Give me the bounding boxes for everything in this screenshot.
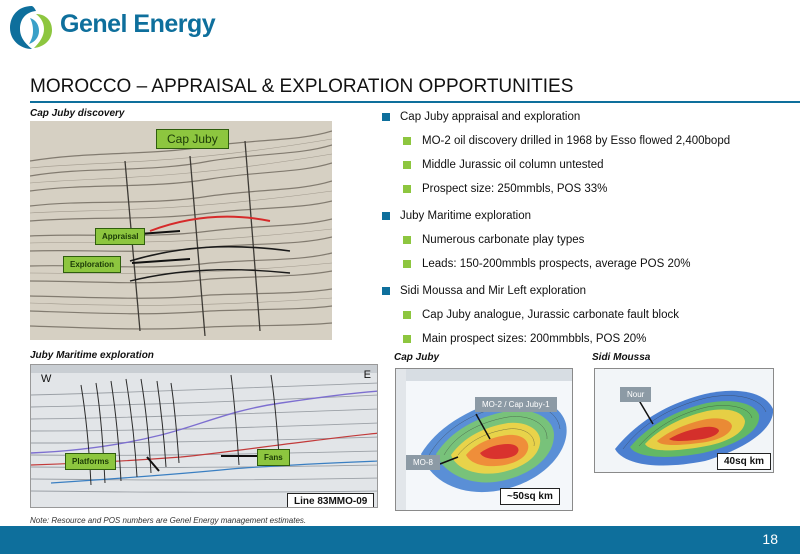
cap-juby-seismic-section: Cap Juby Appraisal Exploration [30, 121, 332, 340]
page-title: MOROCCO – APPRAISAL & EXPLORATION OPPORT… [30, 76, 574, 97]
sub-bullet: Middle Jurassic oil column untested [382, 158, 792, 182]
cap-juby-map-caption: Cap Juby [394, 352, 440, 363]
juby-maritime-caption: Juby Maritime exploration [30, 350, 154, 361]
sidi-moussa-area-label: 40sq km [717, 453, 772, 470]
sub-bullet: Leads: 150-200mmbls prospects, average P… [382, 257, 792, 281]
cap-juby-label: Cap Juby [156, 129, 229, 149]
mo8-well-label: MO-8 [406, 455, 440, 470]
sub-bullet: Cap Juby analogue, Jurassic carbonate fa… [382, 308, 792, 332]
west-label: W [41, 373, 52, 385]
logo-wordmark: Genel Energy [60, 10, 216, 38]
bullet-list: Cap Juby appraisal and exploration MO-2 … [382, 110, 792, 356]
mo2-well-label: MO-2 / Cap Juby-1 [475, 397, 557, 412]
page-number: 18 [762, 531, 778, 547]
sub-bullet: Main prospect sizes: 200mmbbls, POS 20% [382, 332, 792, 356]
bullet-sidi-moussa: Sidi Moussa and Mir Left exploration [382, 284, 792, 308]
sub-bullet: Prospect size: 250mmbls, POS 33% [382, 182, 792, 206]
genel-energy-logo: Genel Energy [6, 2, 216, 52]
line-id-label: Line 83MMO-09 [287, 493, 375, 507]
cap-juby-discovery-caption: Cap Juby discovery [30, 108, 125, 119]
juby-maritime-seismic-section: W E Platforms Fans Line 83MMO-09 [30, 364, 378, 508]
appraisal-label: Appraisal [95, 228, 146, 245]
title-divider [30, 101, 800, 103]
sidi-moussa-structure-map: Nour 40sq km [594, 368, 774, 473]
cap-juby-structure-map: MO-2 / Cap Juby-1 MO-8 ~50sq km [395, 368, 573, 511]
east-label: E [363, 369, 371, 381]
seismic-line-image [31, 365, 377, 507]
sidi-moussa-map-caption: Sidi Moussa [592, 352, 651, 363]
fans-label: Fans [257, 449, 290, 466]
exploration-label: Exploration [63, 256, 122, 273]
cap-juby-area-label: ~50sq km [500, 488, 560, 505]
footer-bar: 18 [0, 526, 800, 554]
bullet-juby-maritime: Juby Maritime exploration [382, 209, 792, 233]
sub-bullet: Numerous carbonate play types [382, 233, 792, 257]
seismic-section-image [30, 121, 332, 340]
bullet-cap-juby: Cap Juby appraisal and exploration [382, 110, 792, 134]
nour-prospect-label: Nour [620, 387, 652, 402]
footnote: Note: Resource and POS numbers are Genel… [30, 516, 307, 525]
genel-swirl-icon [10, 6, 52, 49]
sub-bullet: MO-2 oil discovery drilled in 1968 by Es… [382, 134, 792, 158]
platforms-label: Platforms [65, 453, 116, 470]
